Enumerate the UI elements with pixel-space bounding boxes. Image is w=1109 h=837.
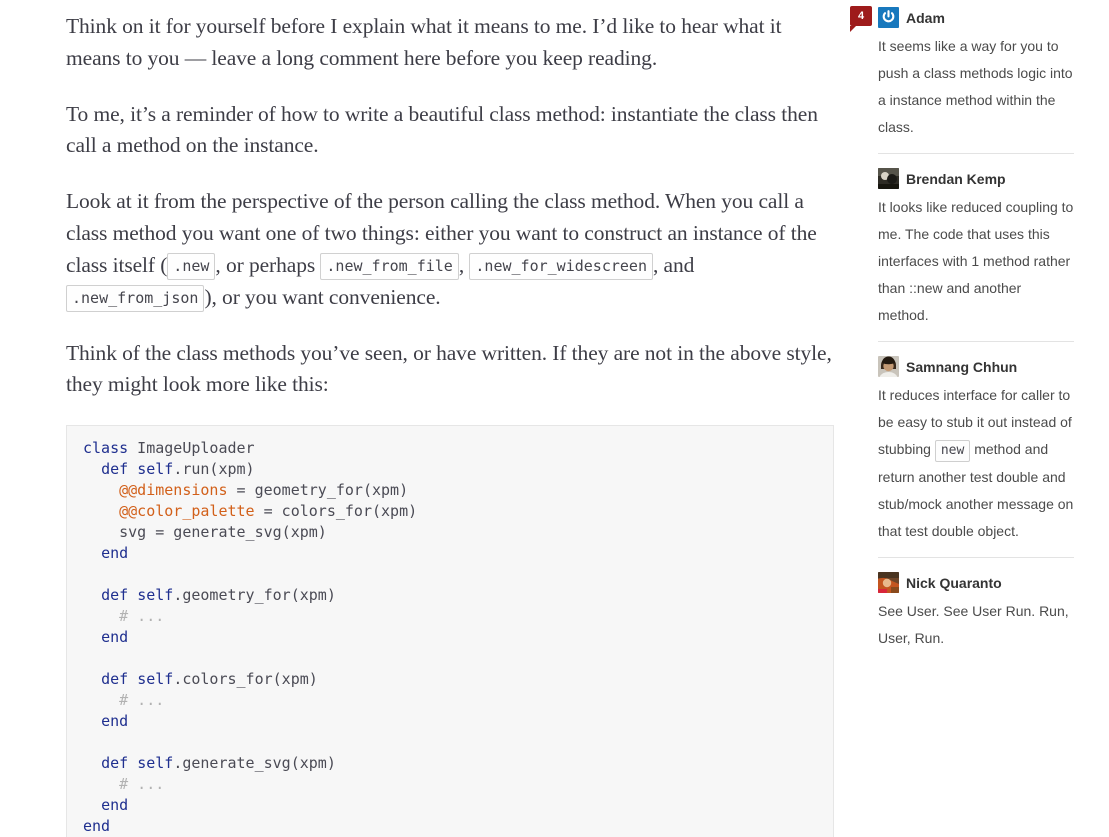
comment-author: Nick Quaranto	[906, 574, 1002, 591]
code-token: self	[137, 754, 174, 773]
code-token: def	[101, 754, 129, 773]
comment-list: Adam It seems like a way for you to push…	[878, 0, 1074, 664]
code-token: .run(xpm)	[173, 460, 255, 479]
code-token: end	[83, 817, 111, 836]
code-token: # ...	[119, 691, 165, 710]
inline-code-new-for-widescreen: .new_for_widescreen	[469, 252, 653, 280]
code-token: end	[101, 712, 129, 731]
inline-code-new-from-file: .new_from_file	[320, 252, 459, 280]
code-token: self	[137, 670, 174, 689]
code-token: end	[101, 796, 129, 815]
paragraph-4: Think of the class methods you’ve seen, …	[66, 340, 832, 397]
code-token: ImageUploader	[128, 439, 255, 458]
paragraph-3: Look at it from the perspective of the p…	[66, 186, 840, 313]
avatar	[878, 356, 899, 377]
paragraph-3-text-4: ), or you want convenience.	[204, 284, 441, 309]
comment-author: Adam	[906, 9, 945, 26]
avatar	[878, 168, 899, 189]
comment-body: It looks like reduced coupling to me. Th…	[878, 199, 1074, 323]
comment-body: It seems like a way for you to push a cl…	[878, 38, 1073, 135]
code-token: def	[101, 460, 129, 479]
avatar	[878, 7, 899, 28]
comment-count-badge[interactable]: 4	[850, 6, 872, 32]
code-token: def	[101, 670, 129, 689]
comment-author: Brendan Kemp	[906, 170, 1006, 187]
comment-item[interactable]: Brendan Kemp It looks like reduced coupl…	[878, 153, 1074, 341]
inline-code-new: .new	[167, 252, 216, 280]
paragraph-3-text-1: , or perhaps	[215, 252, 316, 277]
inline-code-new: new	[934, 440, 971, 462]
paragraph-1: Think on it for yourself before I explai…	[66, 14, 782, 70]
code-token: = geometry_for(xpm)	[227, 481, 409, 500]
comment-header: Samnang Chhun	[878, 356, 1074, 377]
paragraph-3-text-2: ,	[458, 252, 465, 277]
comment-header: Brendan Kemp	[878, 168, 1074, 189]
comment-author: Samnang Chhun	[906, 358, 1018, 375]
avatar	[878, 572, 899, 593]
paragraph-2: To me, it’s a reminder of how to write a…	[66, 101, 818, 158]
article-content: Think on it for yourself before I explai…	[0, 0, 840, 837]
power-icon	[878, 7, 899, 28]
code-token: def	[101, 586, 129, 605]
code-token: @@color_palette	[119, 502, 255, 521]
code-token: .geometry_for(xpm)	[173, 586, 336, 605]
photo-avatar-icon	[878, 168, 899, 189]
comment-item[interactable]: Samnang Chhun It reduces interface for c…	[878, 341, 1074, 557]
photo-avatar-icon	[878, 356, 899, 377]
code-token: end	[101, 628, 129, 647]
code-block: class ImageUploader def self.run(xpm) @@…	[66, 425, 834, 837]
code-token: # ...	[119, 607, 165, 626]
comment-header: Adam	[878, 7, 1074, 28]
code-token: end	[101, 544, 129, 563]
code-token: .generate_svg(xpm)	[173, 754, 336, 773]
inline-code-new-from-json: .new_from_json	[66, 284, 205, 312]
code-token: class	[83, 439, 129, 458]
code-block-content: class ImageUploader def self.run(xpm) @@…	[83, 438, 817, 837]
code-token: svg = generate_svg(xpm)	[83, 523, 327, 542]
paragraph-3-text-3: , and	[653, 252, 695, 277]
code-token: @@dimensions	[119, 481, 228, 500]
photo-avatar-icon	[878, 572, 899, 593]
comment-body: It reduces interface for caller to be ea…	[878, 382, 1074, 545]
comment-header: Nick Quaranto	[878, 572, 1074, 593]
code-token: = colors_for(xpm)	[254, 502, 418, 521]
comments-sidebar: 4 Adam It seems like a way for you to pu…	[840, 0, 1109, 765]
code-token: self	[137, 460, 174, 479]
article-page: Think on it for yourself before I explai…	[0, 0, 1109, 837]
code-token: .colors_for(xpm)	[173, 670, 318, 689]
comment-body: See User. See User Run. Run, User, Run.	[878, 603, 1069, 646]
code-token: # ...	[119, 775, 165, 794]
comment-item[interactable]: Nick Quaranto See User. See User Run. Ru…	[878, 557, 1074, 664]
code-token: self	[137, 586, 174, 605]
comment-item[interactable]: Adam It seems like a way for you to push…	[878, 0, 1074, 153]
